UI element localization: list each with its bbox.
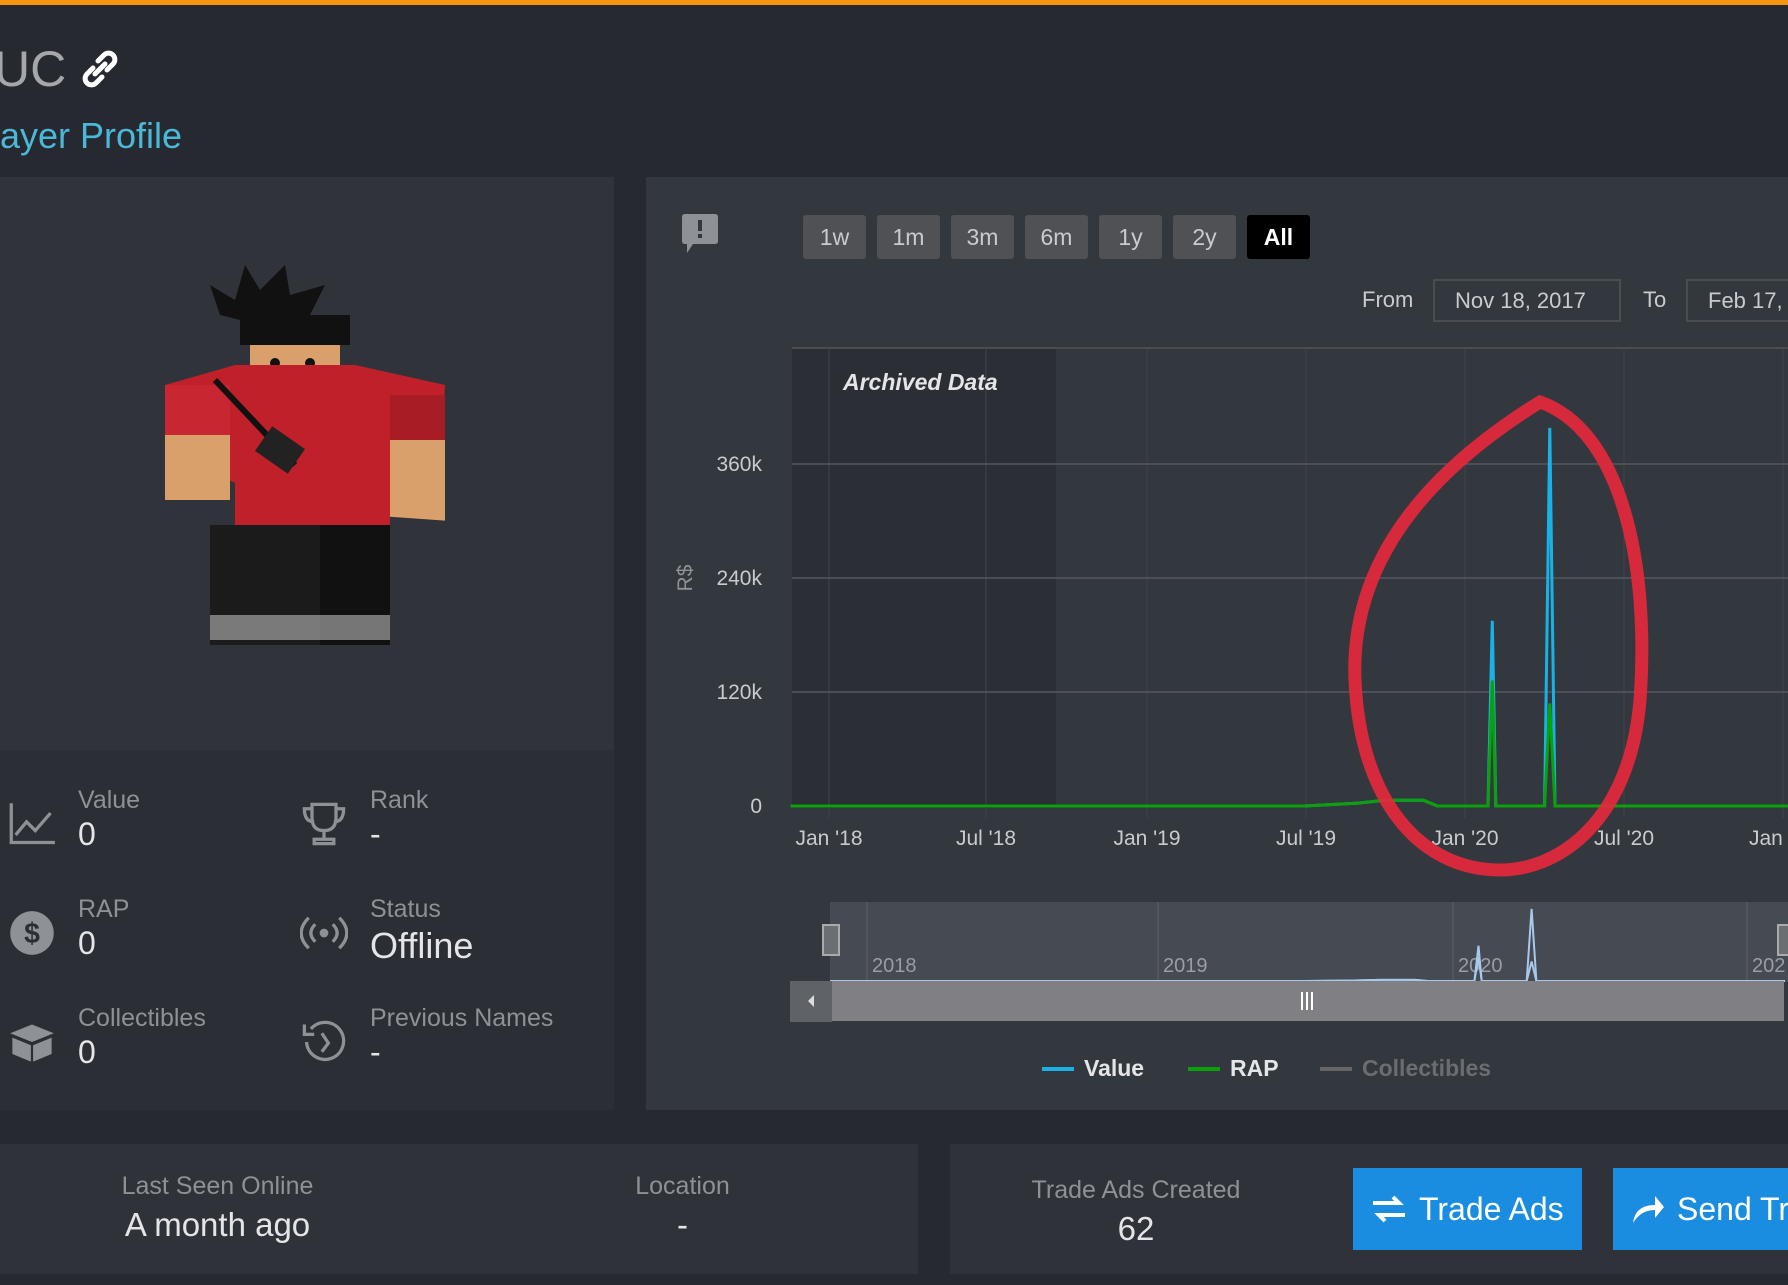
x-tick-label: Jan '20	[1431, 827, 1498, 850]
y-tick-label: 240k	[716, 567, 762, 590]
y-tick-label: 120k	[716, 681, 762, 704]
location-value: -	[677, 1206, 688, 1243]
trade-ads-created-label: Trade Ads Created	[1031, 1176, 1241, 1204]
share-arrow-icon	[1633, 1196, 1664, 1223]
swap-arrows-icon	[1373, 1195, 1405, 1223]
activity-panel: Last Seen Online A month ago Location -	[0, 1144, 918, 1274]
send-trade-button[interactable]: Send Tr	[1613, 1168, 1788, 1250]
y-tick-label: 0	[750, 795, 762, 818]
trade-ads-created-value: 62	[1117, 1210, 1155, 1247]
trade-ads-button[interactable]: Trade Ads	[1353, 1168, 1582, 1250]
archived-data-label: Archived Data	[842, 369, 998, 395]
y-axis-label: R$	[674, 564, 697, 591]
navigator-tick-label: 202	[1752, 955, 1785, 977]
x-tick-label: Jul '19	[1276, 827, 1336, 850]
last-seen-label: Last Seen Online	[121, 1172, 314, 1200]
x-tick-label: Jul '18	[956, 827, 1016, 850]
legend-swatch	[1188, 1066, 1220, 1071]
legend-collectibles[interactable]: Collectibles	[1320, 1055, 1491, 1082]
navigator-right-handle[interactable]	[1777, 924, 1788, 956]
y-tick-label: 360k	[716, 453, 762, 476]
navigator-left-handle[interactable]	[822, 924, 840, 956]
navigator-tick-label: 2018	[872, 955, 917, 977]
last-seen-value: A month ago	[124, 1206, 311, 1243]
legend-rap[interactable]: RAP	[1188, 1055, 1279, 1082]
x-tick-label: Jan '18	[795, 827, 862, 850]
legend-swatch	[1042, 1066, 1074, 1071]
navigator	[790, 902, 1788, 982]
x-tick-label: Jul '20	[1594, 827, 1654, 850]
legend-value[interactable]: Value	[1042, 1055, 1144, 1082]
x-tick-label: Jan '19	[1113, 827, 1180, 850]
legend-swatch	[1320, 1066, 1352, 1071]
value-chart: Jan '18 Jul '18 Jan '19 Jul '19 Jan '20 Jul '…	[674, 347, 1788, 1022]
location-label: Location	[635, 1172, 730, 1200]
x-tick-label: Jan	[1749, 827, 1783, 850]
navigator-tick-label: 2019	[1163, 955, 1208, 977]
